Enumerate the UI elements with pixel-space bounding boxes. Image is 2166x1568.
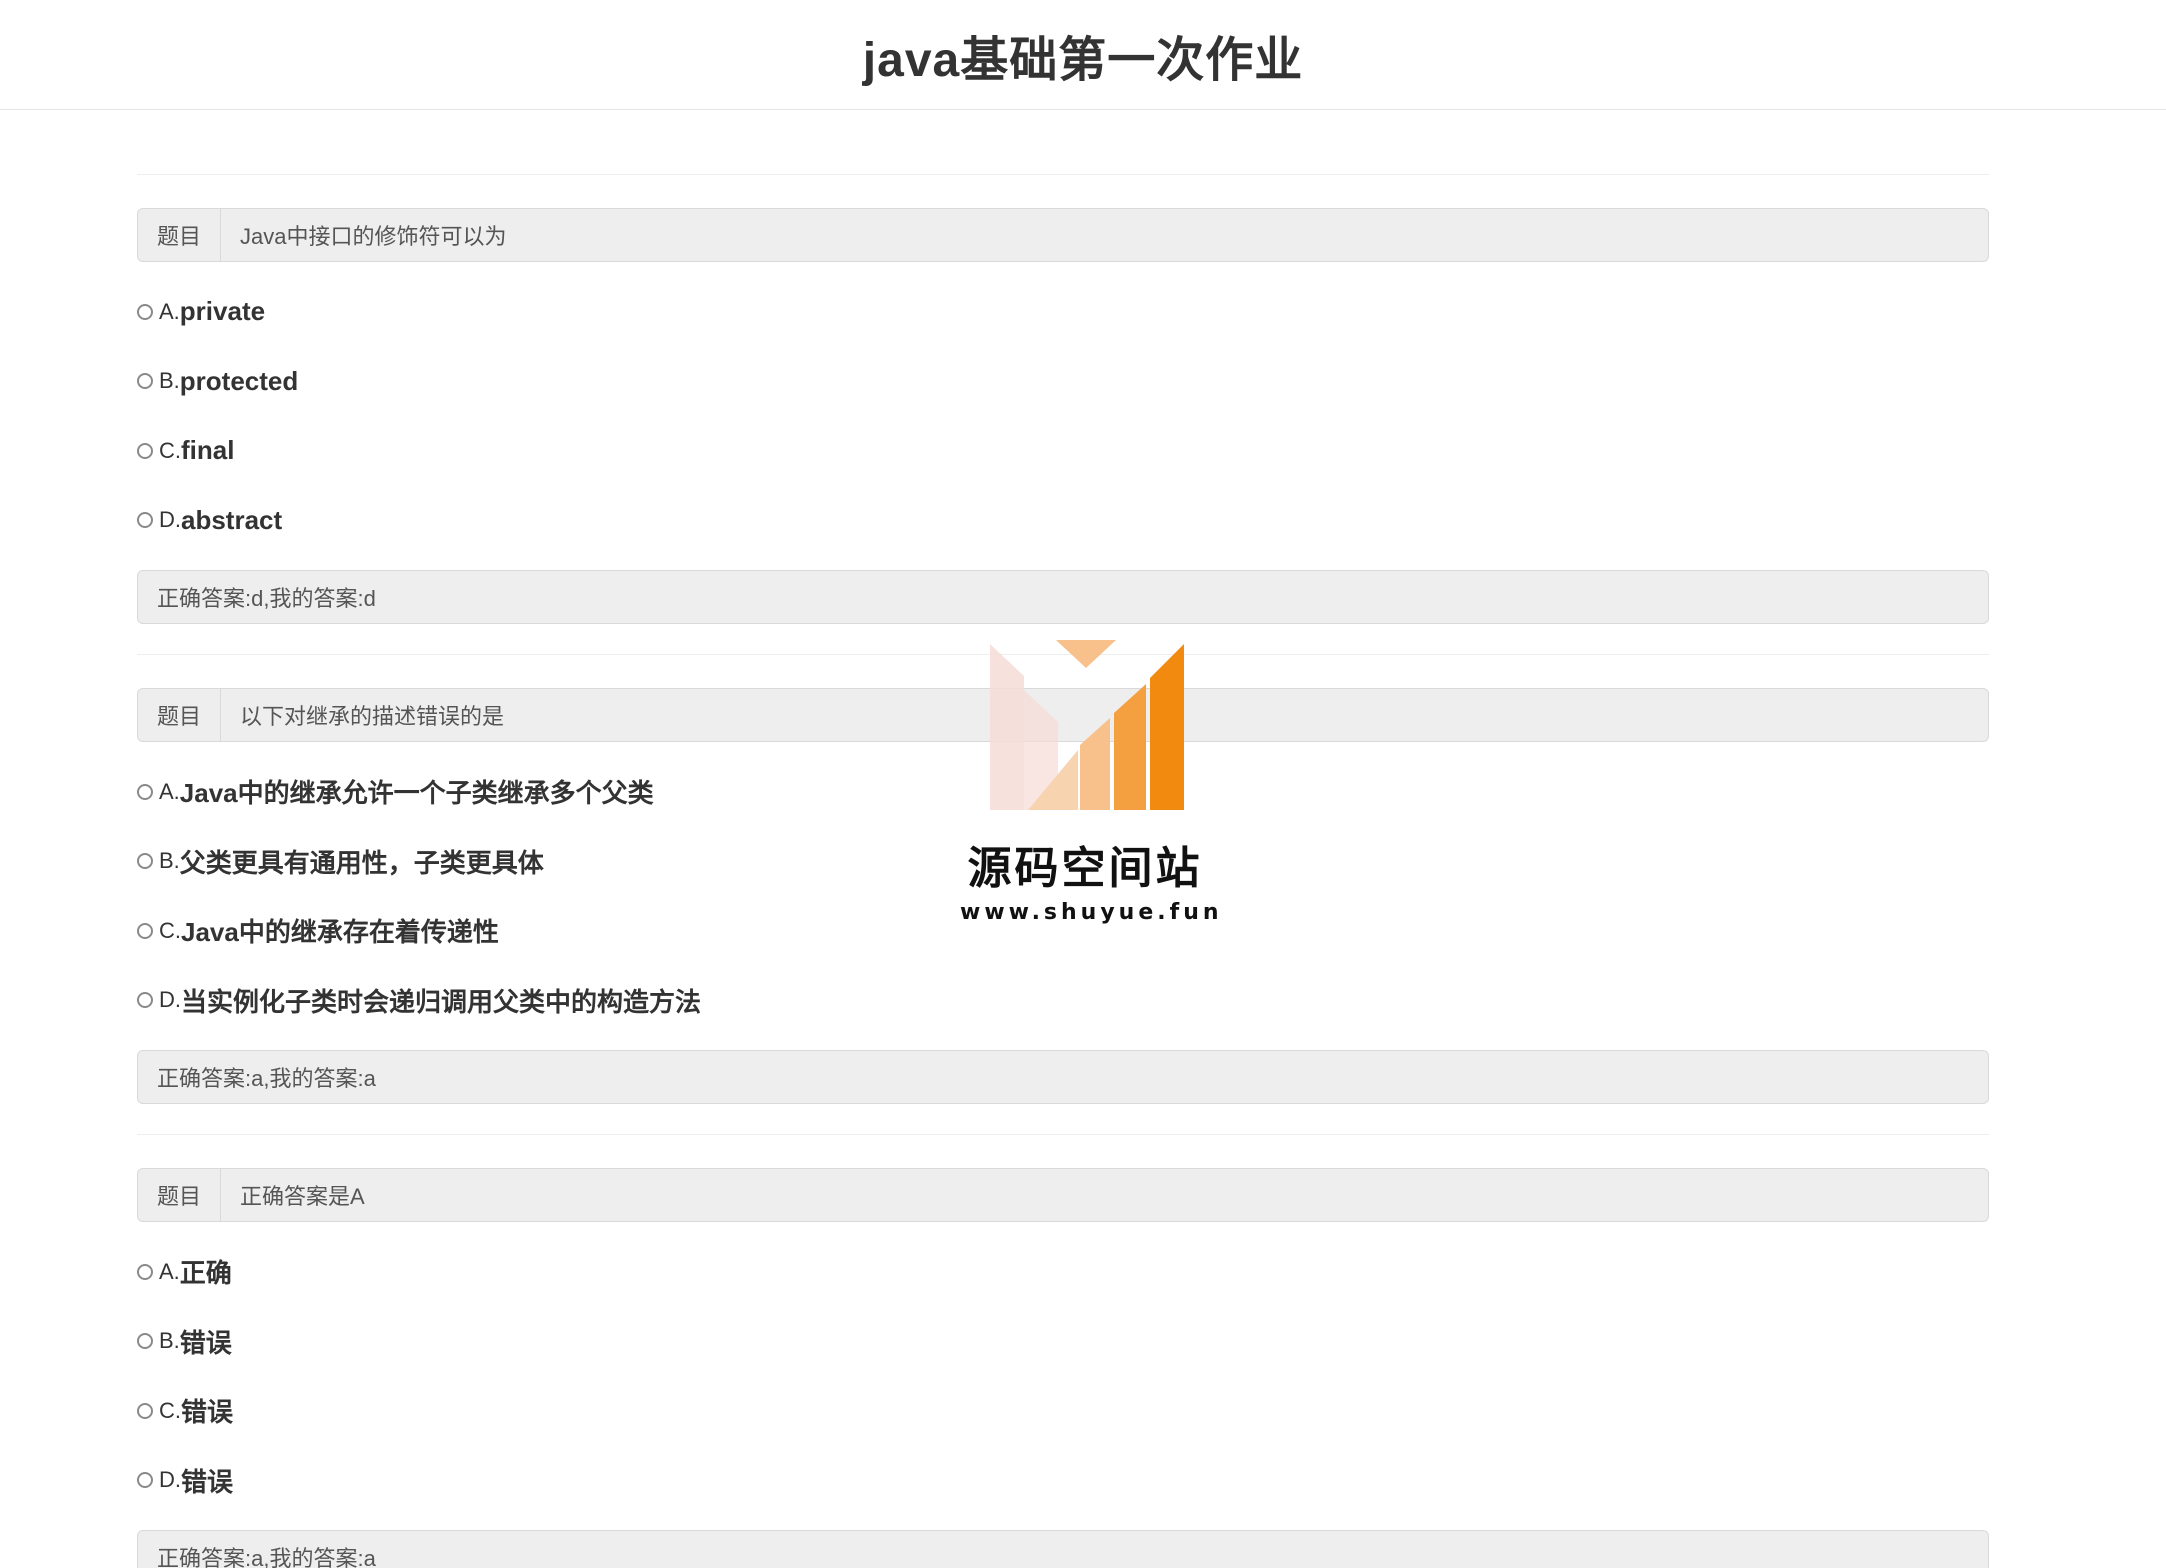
option-d[interactable]: D. abstract	[137, 486, 1989, 556]
option-b[interactable]: B. protected	[137, 347, 1989, 417]
radio-button[interactable]	[137, 922, 153, 939]
option-text: 当实例化子类时会递归调用父类中的构造方法	[181, 986, 702, 1017]
option-text: 错误	[179, 1327, 232, 1358]
answer-box: 正确答案:d,我的答案:d	[137, 570, 1989, 624]
option-text: private	[179, 296, 266, 327]
radio-button[interactable]	[137, 1472, 153, 1489]
option-d[interactable]: D. 当实例化子类时会递归调用父类中的构造方法	[137, 966, 1989, 1036]
question-header: 题目 以下对继承的描述错误的是	[137, 688, 1989, 742]
radio-button[interactable]	[137, 1263, 153, 1280]
question-list: 题目 Java中接口的修饰符可以为 A. private B. protecte…	[137, 174, 1989, 1568]
question-text: 以下对继承的描述错误的是	[240, 704, 505, 729]
option-letter: B.	[159, 848, 180, 874]
option-letter: B.	[159, 1328, 180, 1354]
option-text: abstract	[181, 504, 283, 535]
option-text: 错误	[181, 1397, 234, 1428]
option-letter: D.	[159, 507, 181, 533]
option-text: final	[181, 435, 235, 466]
question-2: 题目 以下对继承的描述错误的是 A. Java中的继承允许一个子类继承多个父类 …	[137, 654, 1989, 1134]
option-text: Java中的继承存在着传递性	[181, 917, 499, 948]
radio-button[interactable]	[137, 992, 153, 1009]
option-text: Java中的继承允许一个子类继承多个父类	[179, 778, 654, 809]
radio-button[interactable]	[137, 303, 153, 320]
option-letter: D.	[159, 987, 181, 1013]
radio-button[interactable]	[137, 1333, 153, 1350]
header-bar: java基础第一次作业	[0, 0, 2166, 110]
answer-box: 正确答案:a,我的答案:a	[137, 1530, 1989, 1568]
option-text: 正确	[179, 1258, 232, 1289]
option-list: A. private B. protected C. final D. abst…	[137, 262, 1989, 555]
radio-button[interactable]	[137, 1402, 153, 1419]
question-text: 正确答案是A	[240, 1184, 365, 1209]
option-letter: B.	[159, 368, 180, 394]
option-text: protected	[179, 365, 299, 396]
page: java基础第一次作业 题目 Java中接口的修饰符可以为 A. private…	[0, 0, 2166, 1568]
option-letter: C.	[159, 917, 181, 943]
question-label: 题目	[138, 1169, 221, 1221]
option-letter: A.	[159, 778, 180, 804]
question-header: 题目 Java中接口的修饰符可以为	[137, 208, 1989, 262]
option-c[interactable]: C. Java中的继承存在着传递性	[137, 896, 1989, 966]
option-a[interactable]: A. private	[137, 277, 1989, 347]
option-letter: A.	[159, 1258, 180, 1284]
question-3: 题目 正确答案是A A. 正确 B. 错误 C. 错误 D. 错误 正确答案:a…	[137, 1134, 1989, 1568]
option-letter: C.	[159, 1397, 181, 1423]
option-a[interactable]: A. 正确	[137, 1237, 1989, 1307]
radio-button[interactable]	[137, 442, 153, 459]
option-b[interactable]: B. 父类更具有通用性，子类更具体	[137, 827, 1989, 897]
radio-button[interactable]	[137, 853, 153, 870]
page-title: java基础第一次作业	[862, 33, 1304, 87]
option-c[interactable]: C. 错误	[137, 1376, 1989, 1446]
option-letter: C.	[159, 437, 181, 463]
option-a[interactable]: A. Java中的继承允许一个子类继承多个父类	[137, 757, 1989, 827]
radio-button[interactable]	[137, 512, 153, 529]
question-text: Java中接口的修饰符可以为	[240, 224, 507, 249]
option-text: 错误	[181, 1466, 234, 1497]
option-text: 父类更具有通用性，子类更具体	[179, 847, 544, 878]
answer-box: 正确答案:a,我的答案:a	[137, 1050, 1989, 1104]
option-letter: A.	[159, 298, 180, 324]
option-letter: D.	[159, 1467, 181, 1493]
radio-button[interactable]	[137, 783, 153, 800]
radio-button[interactable]	[137, 373, 153, 390]
option-list: A. 正确 B. 错误 C. 错误 D. 错误	[137, 1222, 1989, 1515]
question-label: 题目	[138, 689, 221, 741]
question-header: 题目 正确答案是A	[137, 1168, 1989, 1222]
question-label: 题目	[138, 209, 221, 261]
option-list: A. Java中的继承允许一个子类继承多个父类 B. 父类更具有通用性，子类更具…	[137, 742, 1989, 1035]
option-b[interactable]: B. 错误	[137, 1307, 1989, 1377]
option-d[interactable]: D. 错误	[137, 1446, 1989, 1516]
question-1: 题目 Java中接口的修饰符可以为 A. private B. protecte…	[137, 174, 1989, 654]
option-c[interactable]: C. final	[137, 416, 1989, 486]
